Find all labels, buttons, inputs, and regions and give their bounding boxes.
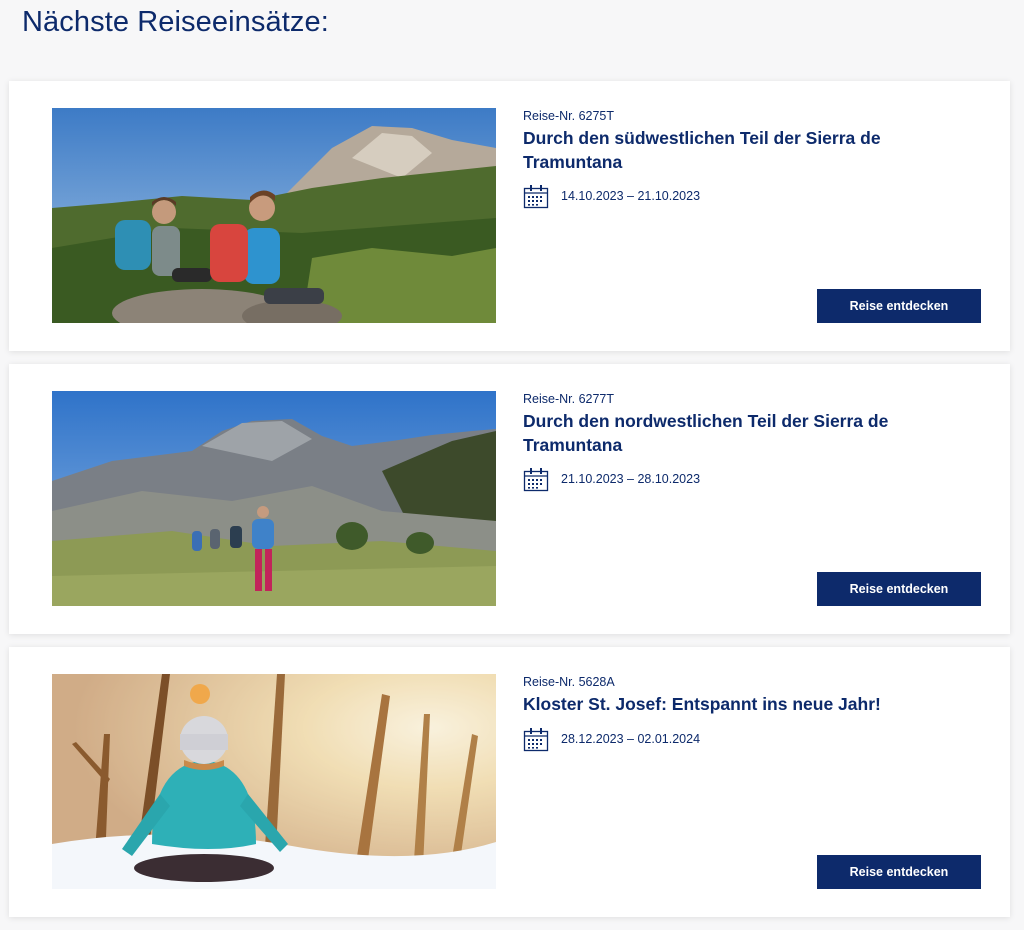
- calendar-icon: [523, 468, 549, 492]
- trip-title[interactable]: Durch den südwestlichen Teil der Sierra …: [523, 126, 943, 174]
- trip-image-hikers-resting[interactable]: [52, 108, 496, 323]
- discover-trip-button[interactable]: Reise entdecken: [817, 289, 981, 323]
- discover-trip-button[interactable]: Reise entdecken: [817, 855, 981, 889]
- trip-dates: 14.10.2023 – 21.10.2023: [523, 183, 700, 209]
- discover-trip-button[interactable]: Reise entdecken: [817, 572, 981, 606]
- trip-card: Reise-Nr. 6275T Durch den südwestlichen …: [9, 81, 1010, 351]
- trip-date-range: 21.10.2023 – 28.10.2023: [561, 472, 701, 486]
- trip-number: Reise-Nr. 5628A: [523, 675, 615, 689]
- trip-card: Reise-Nr. 5628A Kloster St. Josef: Entsp…: [9, 647, 1010, 917]
- trip-number: Reise-Nr. 6275T: [523, 109, 615, 123]
- calendar-icon: [523, 185, 549, 209]
- page-title: Nächste Reiseeinsätze:: [22, 6, 329, 38]
- trip-number: Reise-Nr. 6277T: [523, 392, 615, 406]
- trip-image-meditation-snow[interactable]: [52, 674, 496, 889]
- trip-date-range: 28.12.2023 – 02.01.2024: [561, 732, 701, 746]
- trip-dates: 21.10.2023 – 28.10.2023: [523, 466, 700, 492]
- trip-date-range: 14.10.2023 – 21.10.2023: [561, 189, 701, 203]
- trip-card: Reise-Nr. 6277T Durch den nordwestlichen…: [9, 364, 1010, 634]
- trip-title[interactable]: Kloster St. Josef: Entspannt ins neue Ja…: [523, 692, 943, 716]
- trip-image-rocky-trail[interactable]: [52, 391, 496, 606]
- trip-dates: 28.12.2023 – 02.01.2024: [523, 726, 700, 752]
- calendar-icon: [523, 728, 549, 752]
- trip-title[interactable]: Durch den nordwestlichen Teil der Sierra…: [523, 409, 943, 457]
